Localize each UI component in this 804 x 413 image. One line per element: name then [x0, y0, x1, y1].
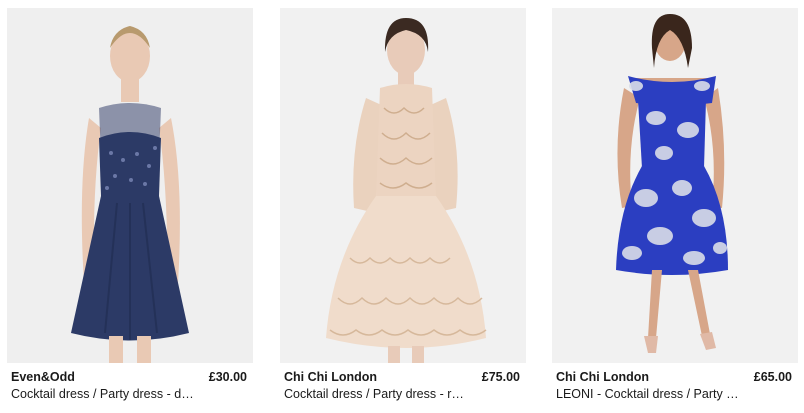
product-card[interactable]: Even&Odd £30.00 Cocktail dress / Party d… [7, 8, 253, 408]
product-price: £30.00 [208, 370, 247, 384]
product-image[interactable] [280, 8, 526, 363]
product-price: £75.00 [481, 370, 520, 384]
product-price: £65.00 [753, 370, 792, 384]
product-name[interactable]: Cocktail dress / Party dress - r… [284, 387, 520, 401]
product-name[interactable]: LEONI - Cocktail dress / Party … [556, 387, 792, 401]
product-brand[interactable]: Chi Chi London [556, 370, 649, 384]
product-image[interactable] [552, 8, 798, 363]
dress-blue-floral-illustration [552, 8, 798, 363]
product-card[interactable]: Chi Chi London £75.00 Cocktail dress / P… [280, 8, 526, 408]
product-card[interactable]: Chi Chi London £65.00 LEONI - Cocktail d… [552, 8, 798, 408]
dress-blush-illustration [280, 8, 526, 363]
product-brand[interactable]: Even&Odd [11, 370, 75, 384]
product-name[interactable]: Cocktail dress / Party dress - d… [11, 387, 247, 401]
product-image[interactable] [7, 8, 253, 363]
dress-navy-illustration [7, 8, 253, 363]
product-brand[interactable]: Chi Chi London [284, 370, 377, 384]
